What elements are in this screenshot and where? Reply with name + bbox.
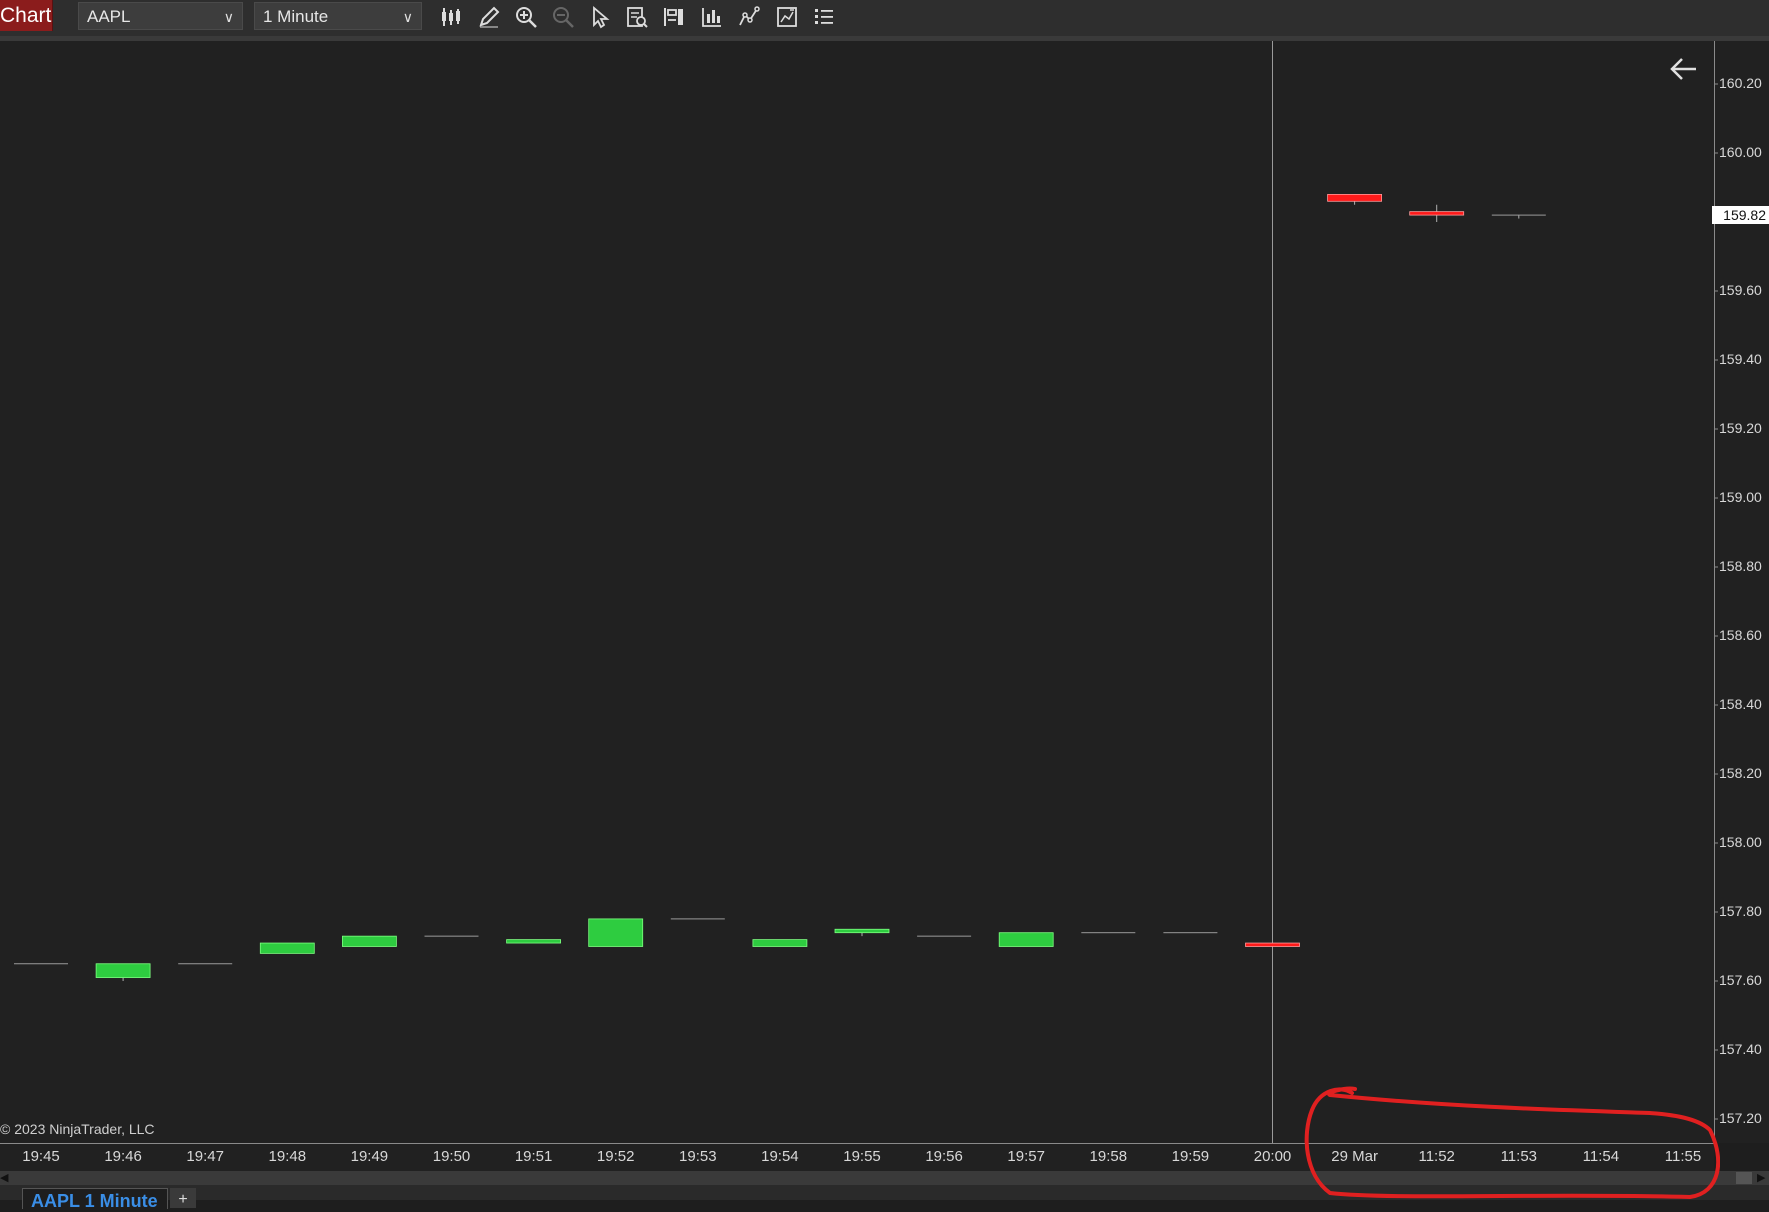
time-tick-label: 19:48 bbox=[268, 1148, 307, 1165]
price-tick-label: 158.60 bbox=[1719, 627, 1762, 643]
price-tick-label: 157.20 bbox=[1719, 1110, 1762, 1126]
arrow-left-icon[interactable] bbox=[1668, 55, 1700, 83]
time-tick-label: 19:49 bbox=[350, 1148, 389, 1165]
candle-body bbox=[834, 928, 890, 934]
candle-body bbox=[670, 918, 725, 920]
copyright-text: © 2023 NinjaTrader, LLC bbox=[0, 1121, 155, 1137]
candle-body bbox=[917, 935, 972, 937]
price-tick-label: 160.00 bbox=[1719, 144, 1762, 160]
price-tick-label: 157.60 bbox=[1719, 972, 1762, 988]
candle-body bbox=[588, 918, 644, 947]
hand-drawn-circle-annotation bbox=[1304, 1086, 1720, 1200]
candle-body bbox=[506, 939, 562, 944]
scroll-thumb[interactable] bbox=[1736, 1172, 1752, 1184]
price-tick-label: 159.00 bbox=[1719, 489, 1762, 505]
candle-body bbox=[998, 932, 1054, 947]
time-tick-label: 20:00 bbox=[1253, 1148, 1292, 1165]
candle-body bbox=[1081, 932, 1136, 934]
price-tick-label: 158.00 bbox=[1719, 834, 1762, 850]
price-tick-label: 159.40 bbox=[1719, 351, 1762, 367]
candle-body bbox=[1491, 214, 1546, 216]
candle-body bbox=[259, 942, 315, 954]
candle-body bbox=[1409, 211, 1465, 216]
candle-body bbox=[1245, 942, 1300, 947]
last-price-marker: 159.82 bbox=[1712, 206, 1769, 225]
time-tick-label: 19:45 bbox=[22, 1148, 60, 1165]
price-tick-label: 157.40 bbox=[1719, 1041, 1762, 1057]
time-tick-label: 19:54 bbox=[761, 1148, 799, 1165]
price-tick-label: 158.20 bbox=[1719, 765, 1762, 781]
candle-body bbox=[341, 935, 397, 947]
time-tick-label: 19:51 bbox=[514, 1148, 553, 1165]
scroll-left-arrow-icon[interactable]: ◀ bbox=[0, 1171, 10, 1185]
candle-body bbox=[424, 935, 479, 937]
time-tick-label: 19:53 bbox=[679, 1148, 717, 1165]
candle-body bbox=[1327, 193, 1382, 202]
tab-aapl-1-minute[interactable]: AAPL 1 Minute bbox=[22, 1188, 168, 1209]
time-tick-label: 19:46 bbox=[104, 1148, 142, 1165]
scroll-right-arrow-icon[interactable]: ▶ bbox=[1757, 1171, 1769, 1185]
time-tick-label: 19:57 bbox=[1007, 1148, 1045, 1165]
candle-body bbox=[14, 963, 68, 965]
candle-body bbox=[752, 939, 808, 947]
price-tick-label: 158.40 bbox=[1719, 696, 1762, 712]
price-tick-label: 158.80 bbox=[1719, 558, 1762, 574]
price-tick-label: 160.20 bbox=[1719, 75, 1762, 91]
price-tick-label: 159.20 bbox=[1719, 420, 1762, 436]
candle-body bbox=[95, 963, 151, 978]
candle-body bbox=[178, 963, 233, 965]
time-tick-label: 19:47 bbox=[186, 1148, 224, 1165]
price-tick-label: 159.60 bbox=[1719, 282, 1762, 298]
time-tick-label: 19:52 bbox=[596, 1148, 635, 1165]
time-tick-label: 19:50 bbox=[432, 1148, 471, 1165]
price-tick-label: 157.80 bbox=[1719, 903, 1762, 919]
time-tick-label: 19:55 bbox=[843, 1148, 881, 1165]
time-tick-label: 19:58 bbox=[1089, 1148, 1128, 1165]
time-tick-label: 19:56 bbox=[925, 1148, 963, 1165]
candlestick-chart bbox=[14, 41, 1718, 1143]
time-tick-label: 19:59 bbox=[1171, 1148, 1210, 1165]
candle-body bbox=[1163, 932, 1218, 934]
add-tab-button[interactable]: + bbox=[170, 1188, 196, 1208]
